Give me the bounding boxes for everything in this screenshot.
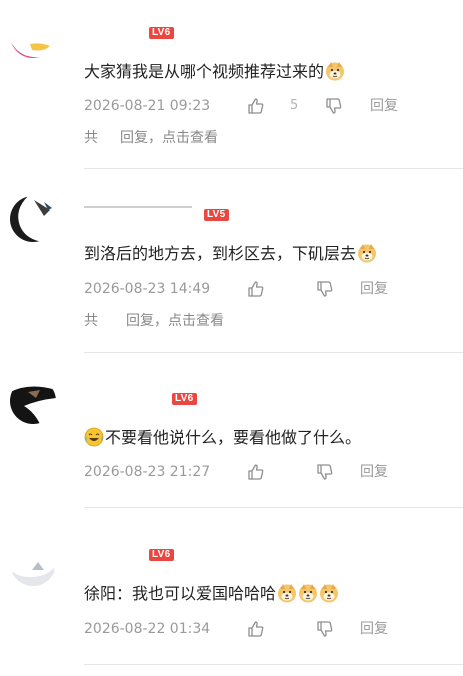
- divider: [84, 352, 463, 353]
- avatar[interactable]: [10, 540, 56, 586]
- username-redacted[interactable]: [84, 206, 192, 208]
- thumbs-down-icon[interactable]: [316, 280, 334, 298]
- comment-item: LV6 徐阳：我也可以爱国哈哈哈 2026-08-22 01:34 回复: [0, 534, 463, 676]
- thumbs-up-icon[interactable]: [247, 97, 265, 115]
- doge-emoji-icon: [326, 62, 345, 81]
- comment-meta: 2026-08-21 09:23 5 回复: [84, 95, 424, 117]
- comment-text: 徐阳：我也可以爱国哈哈哈: [84, 582, 451, 606]
- reply-button[interactable]: 回复: [360, 278, 388, 300]
- divider: [84, 507, 463, 508]
- divider: [84, 664, 463, 665]
- comment-text-body: 不要看他说什么，要看他做了什么。: [105, 428, 362, 447]
- comment-text: 大家猜我是从哪个视频推荐过来的: [84, 60, 451, 84]
- reply-button[interactable]: 回复: [360, 461, 388, 483]
- level-badge: LV5: [204, 209, 229, 221]
- comment-item: LV6 大家猜我是从哪个视频推荐过来的 2026-08-21 09:23 5 回…: [0, 0, 463, 170]
- comment-item: LV5 到洛后的地方去，到杉区去，下矶层去 2026-08-23 14:49 回…: [0, 190, 463, 360]
- username-redacted[interactable]: [84, 26, 146, 40]
- comment-text: 不要看他说什么，要看他做了什么。: [84, 426, 451, 450]
- avatar[interactable]: [10, 378, 56, 424]
- username-redacted[interactable]: [84, 548, 146, 562]
- doge-emoji-icon: [278, 584, 297, 603]
- username-redacted[interactable]: [84, 392, 146, 406]
- comment-text: 到洛后的地方去，到杉区去，下矶层去: [84, 242, 451, 266]
- view-replies-link[interactable]: 共 回复，点击查看: [84, 128, 218, 148]
- level-badge: LV6: [149, 549, 174, 561]
- comment-meta: 2026-08-22 01:34 回复: [84, 618, 424, 640]
- thumbs-down-icon[interactable]: [325, 97, 343, 115]
- thumbs-down-icon[interactable]: [316, 463, 334, 481]
- replies-prefix: 共: [84, 130, 98, 146]
- avatar[interactable]: [10, 196, 56, 242]
- reply-button[interactable]: 回复: [360, 618, 388, 640]
- comment-date: 2026-08-21 09:23: [84, 98, 211, 114]
- thumbs-down-icon[interactable]: [316, 620, 334, 638]
- comment-date: 2026-08-22 01:34: [84, 621, 211, 637]
- doge-emoji-icon: [299, 584, 318, 603]
- comment-date: 2026-08-23 14:49: [84, 281, 211, 297]
- doge-emoji-icon: [358, 244, 377, 263]
- avatar[interactable]: [10, 12, 56, 58]
- level-badge: LV6: [172, 393, 197, 405]
- view-replies-link[interactable]: 共 回复，点击查看: [84, 311, 224, 331]
- like-count: 5: [290, 98, 299, 113]
- comment-meta: 2026-08-23 14:49 回复: [84, 278, 424, 300]
- thumbs-up-icon[interactable]: [247, 620, 265, 638]
- laugh-cry-emoji-icon: [84, 427, 104, 447]
- replies-text: 回复，点击查看: [120, 130, 218, 146]
- thumbs-up-icon[interactable]: [247, 463, 265, 481]
- comment-date: 2026-08-23 21:27: [84, 464, 211, 480]
- comment-item: LV6 不要看他说什么，要看他做了什么。 2026-08-23 21:27 回复: [0, 372, 463, 512]
- level-badge: LV6: [149, 27, 174, 39]
- replies-text: 回复，点击查看: [126, 313, 224, 329]
- reply-button[interactable]: 回复: [370, 95, 398, 117]
- comment-text-body: 到洛后的地方去，到杉区去，下矶层去: [84, 244, 357, 263]
- doge-emoji-icon: [320, 584, 339, 603]
- divider: [84, 168, 463, 169]
- comment-text-body: 大家猜我是从哪个视频推荐过来的: [84, 62, 325, 81]
- comment-text-body: 徐阳：我也可以爱国哈哈哈: [84, 584, 277, 603]
- replies-prefix: 共: [84, 313, 98, 329]
- comment-meta: 2026-08-23 21:27 回复: [84, 461, 424, 483]
- thumbs-up-icon[interactable]: [247, 280, 265, 298]
